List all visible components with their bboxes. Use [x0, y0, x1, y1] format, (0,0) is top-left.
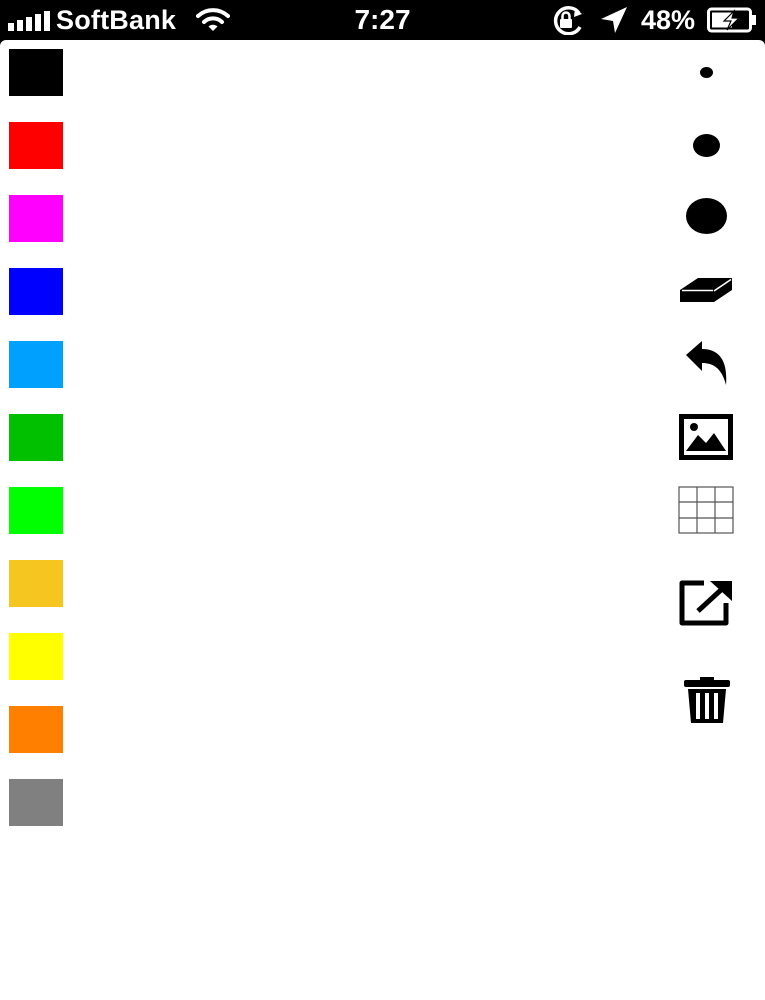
color-swatch[interactable]	[9, 487, 63, 534]
color-swatch[interactable]	[9, 706, 63, 753]
grid-icon	[678, 486, 734, 534]
share-icon	[679, 580, 732, 626]
color-swatch[interactable]	[9, 195, 63, 242]
eraser-button[interactable]	[676, 270, 736, 310]
battery-percentage: 48%	[640, 4, 695, 35]
image-button[interactable]	[678, 412, 734, 462]
trash-icon	[684, 677, 730, 723]
brush-medium-icon	[692, 133, 720, 157]
color-swatch[interactable]	[9, 779, 63, 826]
undo-icon	[686, 341, 727, 385]
grid-button[interactable]	[678, 486, 734, 534]
drawing-canvas[interactable]	[0, 40, 765, 1000]
brush-medium-button[interactable]	[681, 124, 731, 166]
trash-button[interactable]	[680, 672, 734, 726]
location-arrow-icon	[600, 7, 627, 33]
brush-large-button[interactable]	[678, 192, 734, 240]
image-icon	[679, 414, 733, 460]
brush-small-icon	[699, 66, 713, 78]
brush-small-button[interactable]	[686, 52, 726, 92]
color-swatch[interactable]	[9, 122, 63, 169]
color-swatch[interactable]	[9, 341, 63, 388]
eraser-icon	[680, 278, 732, 302]
color-swatch[interactable]	[9, 633, 63, 680]
undo-button[interactable]	[680, 338, 732, 388]
share-button[interactable]	[678, 578, 734, 628]
color-swatch[interactable]	[9, 560, 63, 607]
battery-charging-icon	[707, 7, 756, 33]
rotation-lock-icon	[553, 6, 582, 35]
color-swatch[interactable]	[9, 268, 63, 315]
color-swatch[interactable]	[9, 49, 63, 96]
status-bar: SoftBank 7:27 48%	[0, 0, 765, 40]
brush-large-icon	[685, 198, 727, 234]
color-swatch[interactable]	[9, 414, 63, 461]
